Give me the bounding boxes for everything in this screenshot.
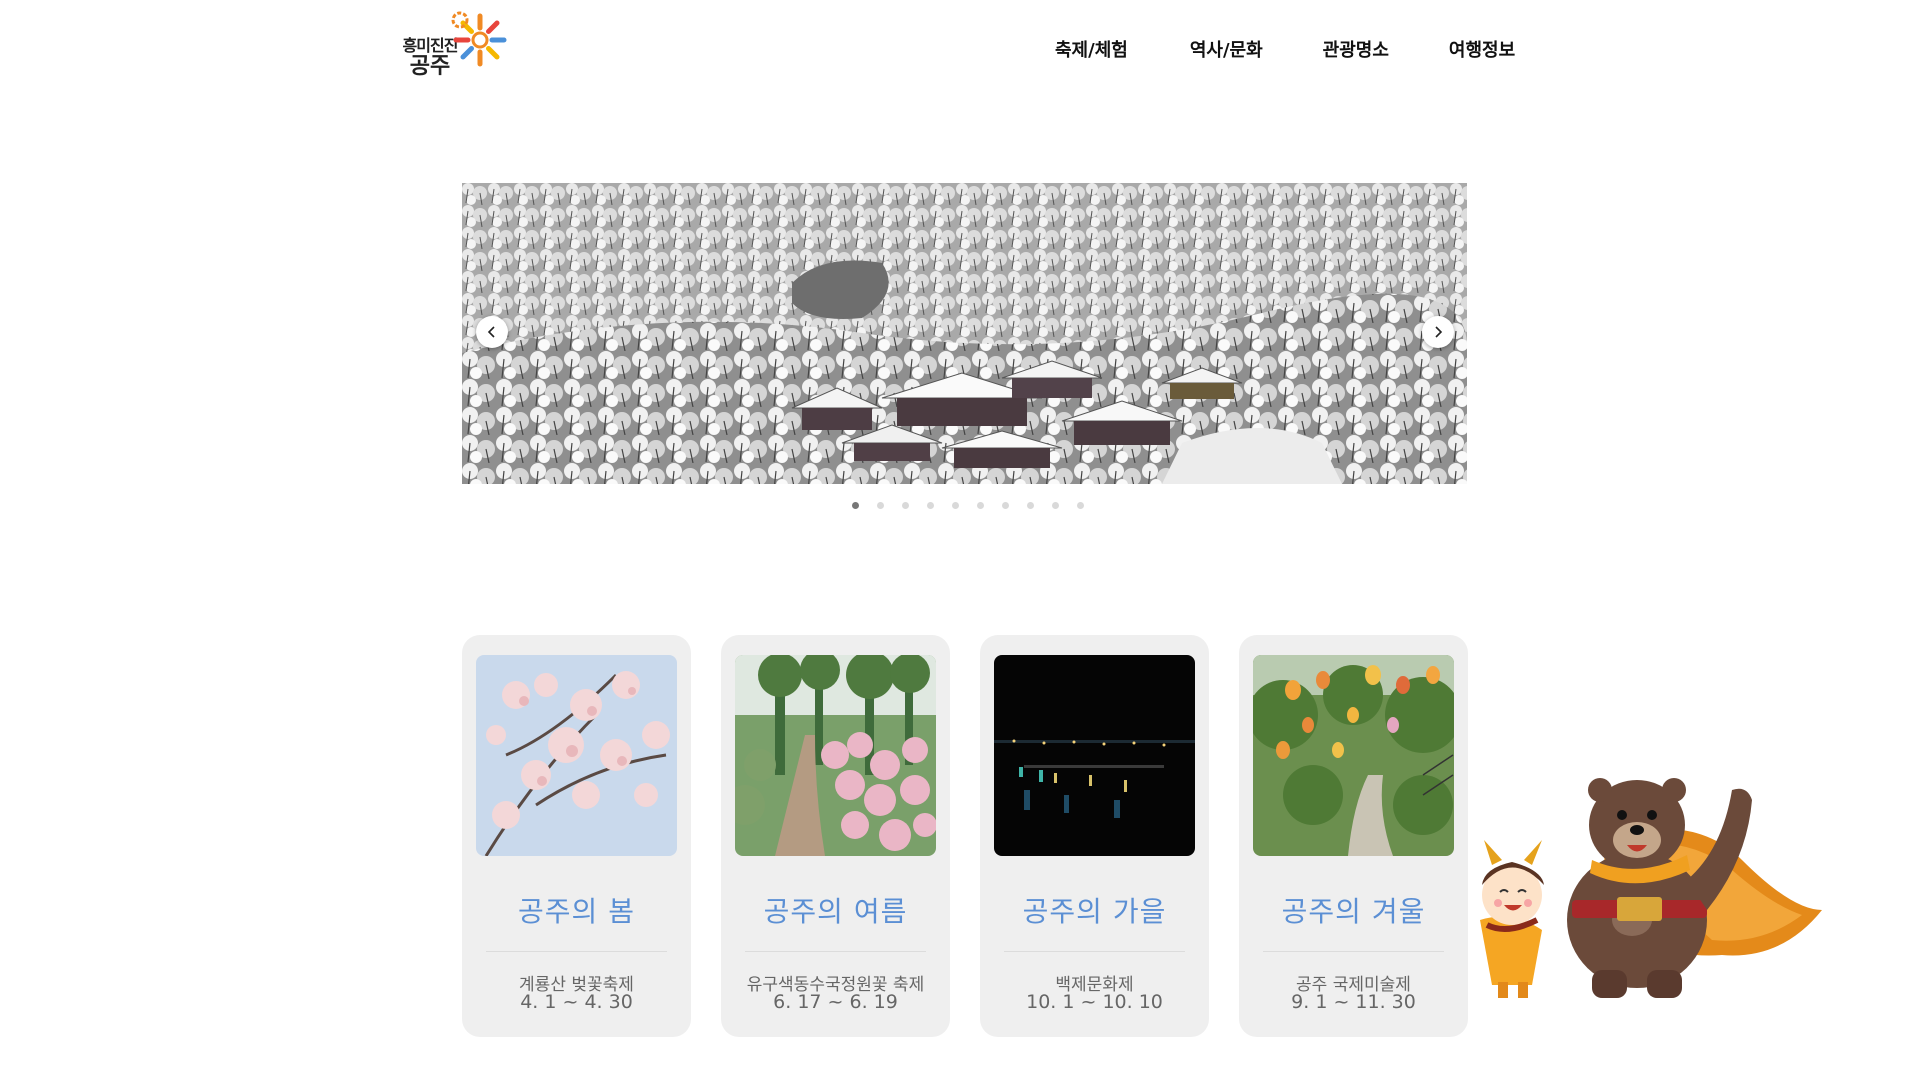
- slider-dot[interactable]: [877, 502, 884, 509]
- season-card-autumn[interactable]: 공주의 가을 백제문화제 10. 1 ~ 10. 10: [980, 635, 1209, 1037]
- night-lanterns-photo: [994, 655, 1195, 856]
- divider: [486, 951, 667, 952]
- season-card-winter[interactable]: 공주의 겨울 공주 국제미술제 9. 1 ~ 11. 30: [1239, 635, 1468, 1037]
- season-dates: 10. 1 ~ 10. 10: [1026, 991, 1163, 1013]
- season-dates: 4. 1 ~ 4. 30: [520, 991, 633, 1013]
- season-dates: 6. 17 ~ 6. 19: [773, 991, 898, 1013]
- slider-dot[interactable]: [927, 502, 934, 509]
- slider-dot[interactable]: [902, 502, 909, 509]
- nav-travel-info[interactable]: 여행정보: [1449, 36, 1515, 62]
- hydrangea-garden-photo: [735, 655, 936, 856]
- slider-pagination: [852, 502, 1102, 509]
- nav-attractions[interactable]: 관광명소: [1323, 36, 1389, 62]
- season-title: 공주의 여름: [763, 895, 908, 928]
- chevron-left-icon: [487, 326, 495, 338]
- chevron-right-icon: [1435, 326, 1443, 338]
- slider-next-button[interactable]: [1422, 316, 1454, 348]
- nav-festival-experience[interactable]: 축제/체험: [1055, 36, 1128, 62]
- slider-dot[interactable]: [1027, 502, 1034, 509]
- sun-emblem-icon: [451, 11, 507, 67]
- slider-dot[interactable]: [977, 502, 984, 509]
- slider-dot[interactable]: [1077, 502, 1084, 509]
- season-title: 공주의 겨울: [1281, 895, 1426, 928]
- mascot-characters-illustration: [1480, 778, 1822, 998]
- season-card-spring[interactable]: 공주의 봄 계룡산 벚꽃축제 4. 1 ~ 4. 30: [462, 635, 691, 1037]
- season-card-summer[interactable]: 공주의 여름 유구색동수국정원꽃 축제 6. 17 ~ 6. 19: [721, 635, 950, 1037]
- slider-dot[interactable]: [852, 502, 859, 509]
- slider-dot[interactable]: [952, 502, 959, 509]
- divider: [1004, 951, 1185, 952]
- snowy-temple-photo: [462, 183, 1467, 484]
- season-title: 공주의 봄: [518, 895, 635, 928]
- nav-history-culture[interactable]: 역사/문화: [1190, 36, 1263, 62]
- divider: [1263, 951, 1444, 952]
- slider-dot[interactable]: [1052, 502, 1059, 509]
- balloon-path-photo: [1253, 655, 1454, 856]
- hero-slider[interactable]: [462, 183, 1467, 484]
- season-title: 공주의 가을: [1022, 895, 1167, 928]
- season-dates: 9. 1 ~ 11. 30: [1291, 991, 1416, 1013]
- site-logo[interactable]: 흥미진진 공주: [395, 8, 510, 83]
- divider: [745, 951, 926, 952]
- season-cards: 공주의 봄 계룡산 벚꽃축제 4. 1 ~ 4. 30 공주의 여름 유구색동수…: [462, 635, 1468, 1037]
- slider-prev-button[interactable]: [476, 316, 508, 348]
- slider-dot[interactable]: [1002, 502, 1009, 509]
- main-nav: 축제/체험 역사/문화 관광명소 여행정보: [1055, 36, 1515, 62]
- cherry-blossom-photo: [476, 655, 677, 856]
